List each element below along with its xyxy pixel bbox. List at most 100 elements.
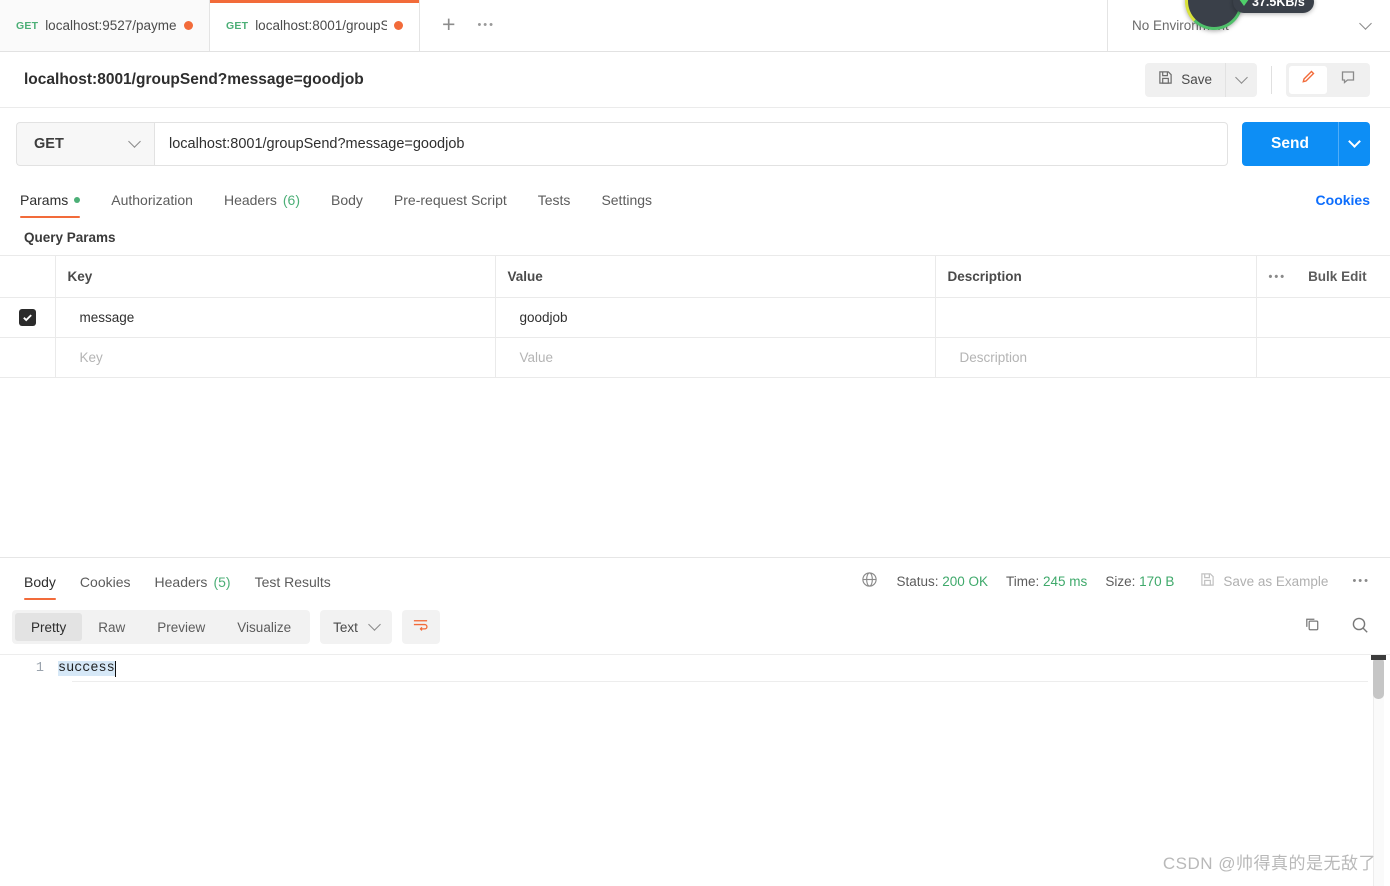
query-params-heading: Query Params xyxy=(24,230,116,245)
tab-headers[interactable]: Headers (6) xyxy=(224,192,300,218)
view-mode-pretty[interactable]: Pretty xyxy=(15,613,83,641)
table-row: message goodjob xyxy=(0,297,1390,338)
response-view-mode-group: Pretty Raw Preview Visualize xyxy=(12,610,311,644)
placeholder-key-cell[interactable]: Key xyxy=(55,337,496,378)
copy-icon[interactable] xyxy=(1303,615,1322,639)
response-tab-test-results[interactable]: Test Results xyxy=(255,574,331,600)
row-key-cell[interactable]: message xyxy=(55,297,496,338)
bulk-edit-button[interactable]: Bulk Edit xyxy=(1308,269,1367,284)
view-mode-visualize[interactable]: Visualize xyxy=(221,613,307,641)
tab-pre-request-script[interactable]: Pre-request Script xyxy=(394,192,507,218)
request-tab-2[interactable]: GET localhost:8001/groupS xyxy=(210,0,420,51)
url-input[interactable]: localhost:8001/groupSend?message=goodjob xyxy=(154,122,1228,166)
table-row-placeholder: Key Value Description xyxy=(0,337,1390,378)
request-tab-1[interactable]: GET localhost:9527/paymer xyxy=(0,0,210,51)
placeholder-actions-cell xyxy=(1256,337,1390,378)
tab-body-label: Body xyxy=(331,192,363,208)
header-actions: ••• Bulk Edit xyxy=(1256,255,1390,298)
response-body-editor[interactable]: 1 success xyxy=(0,654,1390,886)
page-title: localhost:8001/groupSend?message=goodjob xyxy=(24,70,364,88)
chevron-down-icon xyxy=(1235,70,1248,84)
request-view-toggle xyxy=(1286,62,1370,97)
request-section-tabs: Params Authorization Headers (6) Body Pr… xyxy=(0,180,1390,218)
row-value-cell[interactable]: goodjob xyxy=(495,297,936,338)
placeholder-description-input: Description xyxy=(959,350,1028,365)
row-key-value: message xyxy=(79,310,135,325)
toolbar-divider xyxy=(1271,65,1272,94)
tab-params[interactable]: Params xyxy=(20,192,81,218)
response-tab-cookies[interactable]: Cookies xyxy=(80,574,131,600)
cookies-link[interactable]: Cookies xyxy=(1316,192,1370,218)
placeholder-value-cell[interactable]: Value xyxy=(495,337,936,378)
tabbar-more-icon[interactable]: ••• xyxy=(477,19,495,31)
response-format-label: Text xyxy=(333,619,358,635)
status-badge: Status: 200 OK xyxy=(896,574,988,589)
environment-label: No Environment xyxy=(1132,18,1229,33)
comments-button[interactable] xyxy=(1329,66,1367,94)
size-label: Size: xyxy=(1105,573,1136,589)
pencil-icon xyxy=(1300,69,1316,90)
tab-tests[interactable]: Tests xyxy=(538,192,571,218)
new-tab-icon[interactable]: + xyxy=(442,12,455,36)
tab-method-label: GET xyxy=(16,19,39,32)
save-as-example-button[interactable]: Save as Example xyxy=(1200,572,1328,590)
send-button-group: Send xyxy=(1242,122,1370,166)
response-meta: Status: 200 OK Time: 245 ms Size: 170 B … xyxy=(861,571,1370,600)
response-more-icon[interactable]: ••• xyxy=(1352,575,1370,587)
tab-settings[interactable]: Settings xyxy=(601,192,652,218)
save-dropdown-button[interactable] xyxy=(1225,62,1257,97)
response-toolbar: Pretty Raw Preview Visualize Text xyxy=(0,600,1390,654)
placeholder-description-cell[interactable]: Description xyxy=(935,337,1257,378)
status-value: 200 OK xyxy=(942,573,989,589)
text-cursor xyxy=(114,661,117,677)
word-wrap-button[interactable] xyxy=(401,610,440,644)
save-button[interactable]: Save xyxy=(1145,63,1225,97)
environment-selector[interactable]: No Environment xyxy=(1107,0,1390,51)
tab-settings-label: Settings xyxy=(601,192,653,208)
response-scrollbar-thumb[interactable] xyxy=(1373,657,1384,699)
edit-request-button[interactable] xyxy=(1289,65,1327,94)
size-badge: Size: 170 B xyxy=(1105,574,1174,589)
placeholder-checkbox-cell xyxy=(0,337,56,378)
http-method-select[interactable]: GET xyxy=(16,122,154,166)
tabbar-actions: + ••• xyxy=(420,0,1107,51)
comment-icon xyxy=(1340,69,1356,90)
response-tab-body[interactable]: Body xyxy=(24,574,56,600)
save-button-label: Save xyxy=(1181,72,1212,87)
row-description-cell[interactable] xyxy=(935,297,1257,338)
chevron-down-icon xyxy=(128,135,141,148)
row-checkbox[interactable] xyxy=(18,309,36,326)
row-value-value: goodjob xyxy=(519,310,568,325)
tab-authorization[interactable]: Authorization xyxy=(111,192,193,218)
request-title-row: localhost:8001/groupSend?message=goodjob… xyxy=(0,52,1390,108)
response-tab-body-label: Body xyxy=(24,574,56,590)
row-checkbox-cell xyxy=(0,297,56,338)
line-number: 1 xyxy=(35,661,44,676)
table-more-icon[interactable]: ••• xyxy=(1269,271,1287,283)
tab-body[interactable]: Body xyxy=(331,192,363,218)
search-icon[interactable] xyxy=(1350,615,1370,640)
header-value: Value xyxy=(495,255,936,298)
view-mode-preview[interactable]: Preview xyxy=(141,613,221,641)
response-tab-headers[interactable]: Headers (5) xyxy=(155,574,231,600)
tab-authorization-label: Authorization xyxy=(111,192,193,208)
send-dropdown-button[interactable] xyxy=(1338,122,1370,166)
response-format-select[interactable]: Text xyxy=(320,610,392,644)
floppy-disk-icon xyxy=(1158,70,1173,90)
placeholder-value-input: Value xyxy=(519,350,554,365)
tab-params-label: Params xyxy=(20,192,69,208)
response-tab-headers-label: Headers xyxy=(154,574,208,590)
unsaved-indicator-icon xyxy=(394,21,403,30)
send-button[interactable]: Send xyxy=(1242,122,1338,166)
view-mode-raw[interactable]: Raw xyxy=(82,613,141,641)
chevron-down-icon xyxy=(367,618,381,631)
size-value: 170 B xyxy=(1139,573,1175,589)
time-label: Time: xyxy=(1006,573,1040,589)
tab-pre-request-script-label: Pre-request Script xyxy=(393,192,507,208)
row-description-value xyxy=(948,310,960,325)
scrollbar-cap xyxy=(1371,655,1386,660)
placeholder-key-input: Key xyxy=(79,350,103,365)
params-modified-icon xyxy=(74,197,81,203)
response-header: Body Cookies Headers (5) Test Results St… xyxy=(0,558,1390,600)
unsaved-indicator-icon xyxy=(184,21,193,30)
